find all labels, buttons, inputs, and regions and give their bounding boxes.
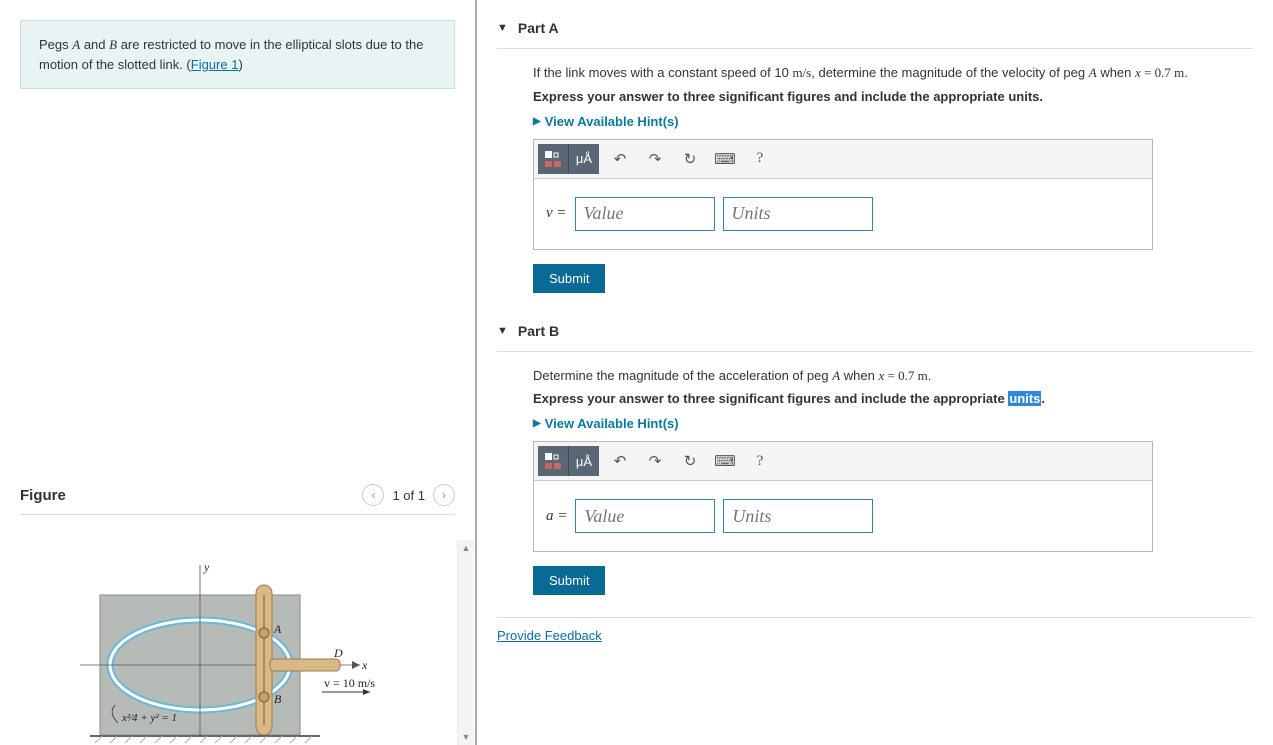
- part-a-var-label: v =: [546, 205, 567, 222]
- part-a-title: Part A: [518, 20, 559, 36]
- fig-b-label: B: [274, 692, 282, 706]
- problem-text-prefix: Pegs: [39, 37, 72, 52]
- problem-statement: Pegs A and B are restricted to move in t…: [20, 20, 455, 89]
- part-a-value-input[interactable]: [575, 197, 715, 231]
- part-b-body: Determine the magnitude of the accelerat…: [497, 356, 1253, 616]
- scroll-down-icon[interactable]: ▼: [458, 729, 474, 745]
- fig-v-label: v = 10 m/s: [324, 676, 375, 690]
- caret-down-icon: ▼: [497, 22, 508, 34]
- figure-header: Figure ‹ 1 of 1 ›: [20, 484, 455, 515]
- figure-title: Figure: [20, 487, 66, 504]
- scroll-up-icon[interactable]: ▲: [458, 540, 474, 556]
- part-b-submit-button[interactable]: Submit: [533, 566, 605, 595]
- template-icon[interactable]: [538, 446, 568, 476]
- fig-y-label: y: [203, 560, 210, 574]
- part-b-hints-link[interactable]: View Available Hint(s): [533, 416, 679, 431]
- keyboard-icon[interactable]: ⌨: [711, 447, 739, 475]
- part-a-submit-button[interactable]: Submit: [533, 264, 605, 293]
- help-icon[interactable]: ?: [746, 447, 774, 475]
- figure-image: y x A B D v = 10 m/s x²⁄4 + y² = 1: [20, 525, 455, 745]
- peg-a-label: A: [72, 37, 80, 52]
- figure-panel: Figure ‹ 1 of 1 ›: [20, 484, 455, 745]
- part-b-answer-row: a =: [534, 481, 1152, 551]
- problem-text-mid1: and: [80, 37, 109, 52]
- part-a-answer-row: v =: [534, 179, 1152, 249]
- answer-toolbar: μÅ ↶ ↷ ↻ ⌨ ?: [534, 140, 1152, 179]
- fig-x-label: x: [361, 658, 368, 672]
- undo-icon[interactable]: ↶: [606, 145, 634, 173]
- keyboard-icon[interactable]: ⌨: [711, 145, 739, 173]
- part-a-hints-link[interactable]: View Available Hint(s): [533, 114, 679, 129]
- part-b-value-input[interactable]: [575, 499, 715, 533]
- figure-scrollbar[interactable]: ▲ ▼: [457, 540, 473, 745]
- figure-pager: 1 of 1: [392, 488, 425, 503]
- part-a-units-input[interactable]: [723, 197, 873, 231]
- template-icon[interactable]: [538, 144, 568, 174]
- problem-text-suffix: ): [238, 57, 242, 72]
- undo-icon[interactable]: ↶: [606, 447, 634, 475]
- left-column: Pegs A and B are restricted to move in t…: [0, 0, 477, 745]
- fig-a-label: A: [273, 622, 282, 636]
- highlighted-word: units: [1008, 391, 1041, 406]
- part-b-question: Determine the magnitude of the accelerat…: [533, 366, 1253, 386]
- peg-b-label: B: [109, 37, 117, 52]
- fig-eq-label: x²⁄4 + y² = 1: [121, 712, 177, 724]
- redo-icon[interactable]: ↷: [641, 145, 669, 173]
- provide-feedback-link[interactable]: Provide Feedback: [497, 622, 602, 643]
- caret-down-icon: ▼: [497, 325, 508, 337]
- figure-prev-button[interactable]: ‹: [362, 484, 384, 506]
- part-b-instruction: Express your answer to three significant…: [533, 391, 1253, 406]
- reset-icon[interactable]: ↻: [676, 145, 704, 173]
- figure-link[interactable]: Figure 1: [191, 57, 239, 72]
- answer-toolbar: μÅ ↶ ↷ ↻ ⌨ ?: [534, 442, 1152, 481]
- fig-d-label: D: [333, 646, 343, 660]
- part-b-answer-box: μÅ ↶ ↷ ↻ ⌨ ? a =: [533, 441, 1153, 552]
- part-a-header[interactable]: ▼ Part A: [497, 10, 1253, 46]
- reset-icon[interactable]: ↻: [676, 447, 704, 475]
- part-b-var-label: a =: [546, 508, 567, 525]
- part-a-body: If the link moves with a constant speed …: [497, 53, 1253, 313]
- part-a-answer-box: μÅ ↶ ↷ ↻ ⌨ ? v =: [533, 139, 1153, 250]
- units-icon[interactable]: μÅ: [569, 144, 599, 174]
- right-column: ▼ Part A If the link moves with a consta…: [477, 0, 1273, 745]
- figure-next-button[interactable]: ›: [433, 484, 455, 506]
- help-icon[interactable]: ?: [746, 145, 774, 173]
- redo-icon[interactable]: ↷: [641, 447, 669, 475]
- part-a-instruction: Express your answer to three significant…: [533, 89, 1253, 104]
- part-b-header[interactable]: ▼ Part B: [497, 313, 1253, 349]
- part-b-units-input[interactable]: [723, 499, 873, 533]
- part-a-question: If the link moves with a constant speed …: [533, 63, 1253, 83]
- part-b-title: Part B: [518, 323, 559, 339]
- figure-nav: ‹ 1 of 1 ›: [362, 484, 455, 506]
- units-icon[interactable]: μÅ: [569, 446, 599, 476]
